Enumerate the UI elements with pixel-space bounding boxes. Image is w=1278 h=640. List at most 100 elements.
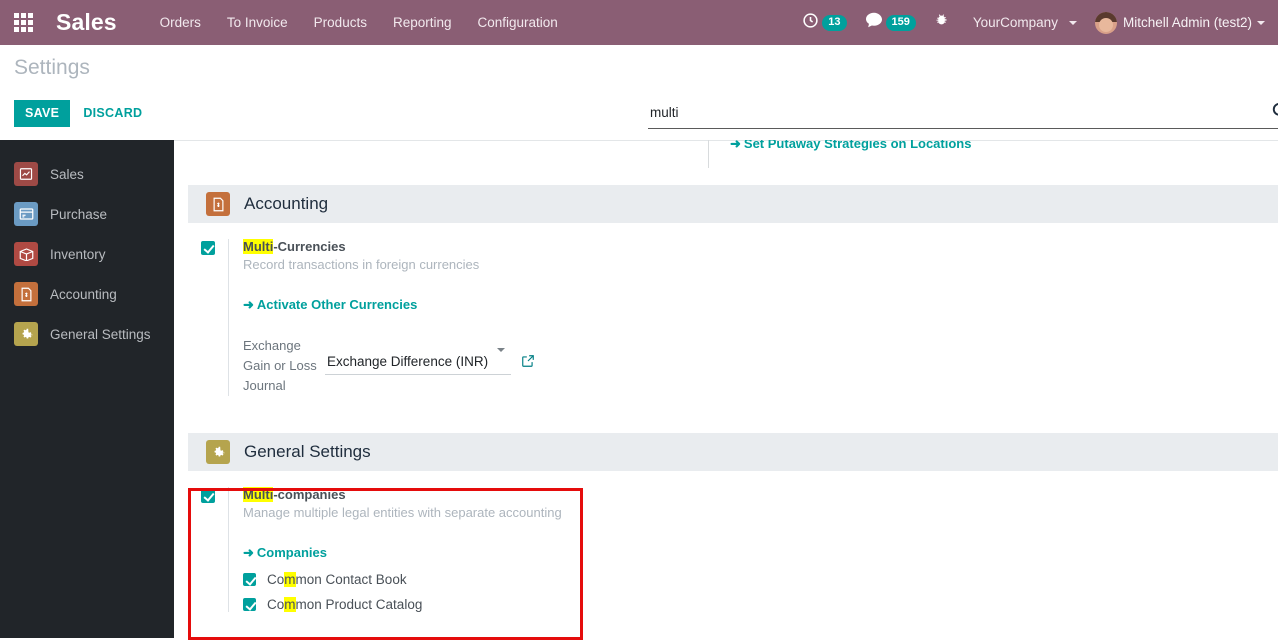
menu-item-reporting[interactable]: Reporting — [380, 0, 465, 45]
chevron-down-icon — [1068, 20, 1077, 25]
search-view[interactable]: multi — [648, 97, 1278, 129]
accounting-icon — [14, 282, 38, 306]
control-panel-buttons: SAVE DISCARD — [14, 100, 152, 127]
exchange-journal-control: Exchange Difference (INR) — [325, 336, 534, 375]
activate-currencies-label: Activate Other Currencies — [256, 297, 418, 312]
companies-label: Companies — [256, 545, 327, 560]
clock-icon — [802, 12, 819, 34]
control-panel: Settings SAVE DISCARD multi — [0, 45, 1278, 140]
systray: 13 159 YourCompany Mitchell Admin (test2… — [793, 0, 1278, 45]
sidebar-item-label: General Settings — [50, 326, 151, 342]
multi-currencies-checkbox[interactable] — [201, 241, 215, 255]
common-contact-book-checkbox[interactable] — [243, 573, 256, 586]
exchange-journal-label: Exchange Gain or Loss Journal — [243, 338, 317, 393]
setting-label-rest: -Currencies — [273, 239, 346, 254]
search-highlight: m — [284, 597, 296, 612]
multi-companies-checkbox[interactable] — [201, 489, 215, 503]
checkbox-cell — [188, 487, 228, 612]
app-brand-sales[interactable]: Sales — [46, 9, 123, 36]
top-navbar: Sales Orders To Invoice Products Reporti… — [0, 0, 1278, 45]
apps-menu-button[interactable] — [0, 0, 46, 45]
company-switcher[interactable]: YourCompany — [958, 15, 1086, 30]
section-title: Accounting — [244, 194, 329, 213]
external-link-icon[interactable] — [521, 354, 535, 373]
label-post: mon Contact Book — [295, 572, 407, 587]
setting-description: Record transactions in foreign currencie… — [243, 257, 480, 272]
debug-menu-button[interactable] — [925, 12, 958, 33]
page-title: Settings — [14, 56, 90, 79]
section-title: General Settings — [244, 442, 371, 461]
setting-label: Multi-companies — [243, 487, 1278, 502]
setting-label: Multi-Currencies — [243, 239, 1278, 254]
general-settings-icon — [206, 440, 230, 464]
menu-item-orders[interactable]: Orders — [147, 0, 214, 45]
menu-item-products[interactable]: Products — [301, 0, 380, 45]
activate-other-currencies-link[interactable]: ➜ Activate Other Currencies — [243, 297, 417, 313]
sidebar-item-label: Accounting — [50, 286, 117, 302]
setting-multi-currencies: Multi-Currencies Record transactions in … — [188, 223, 1278, 396]
purchase-icon — [14, 202, 38, 226]
search-highlight: Multi — [243, 239, 274, 254]
messaging-menu-button[interactable]: 159 — [856, 12, 925, 33]
menu-item-to-invoice[interactable]: To Invoice — [214, 0, 301, 45]
activity-count-badge: 13 — [822, 14, 847, 31]
avatar — [1094, 11, 1117, 34]
sidebar-item-accounting[interactable]: Accounting — [0, 274, 174, 314]
sub-setting-label: Common Contact Book — [267, 572, 407, 587]
general-settings-icon — [14, 322, 38, 346]
common-product-catalog-checkbox[interactable] — [243, 598, 256, 611]
user-name: Mitchell Admin (test2) — [1122, 15, 1252, 30]
bug-icon — [934, 12, 949, 33]
accounting-icon — [206, 192, 230, 216]
sidebar-item-purchase[interactable]: Purchase — [0, 194, 174, 234]
search-input[interactable]: multi — [648, 105, 679, 120]
messaging-count-badge: 159 — [885, 14, 916, 31]
chevron-down-icon[interactable] — [497, 348, 505, 352]
setting-text: Multi-Currencies Record transactions in … — [228, 239, 1278, 396]
settings-block-accounting: Accounting Multi-Currencies Record trans… — [174, 185, 1278, 396]
main-menu: Orders To Invoice Products Reporting Con… — [147, 0, 571, 45]
checkbox-cell — [188, 239, 228, 396]
settings-sidebar: Sales Purchase Inventory Accounting Gene… — [0, 140, 174, 638]
label-pre: Co — [267, 572, 285, 587]
chat-icon — [865, 12, 883, 33]
settings-block-general-settings: General Settings Multi-companies Manage … — [174, 433, 1278, 612]
setting-text: Multi-companies Manage multiple legal en… — [228, 487, 1278, 612]
inventory-icon — [14, 242, 38, 266]
sales-icon — [14, 162, 38, 186]
setting-label-rest: -companies — [273, 487, 346, 502]
settings-content: ➜ Set Putaway Strategies on Locations Acc… — [174, 128, 1278, 638]
exchange-journal-field-row: Exchange Gain or Loss Journal Exchange D… — [243, 336, 1278, 396]
activity-menu-button[interactable]: 13 — [793, 12, 855, 34]
sidebar-item-inventory[interactable]: Inventory — [0, 234, 174, 274]
section-header-accounting: Accounting — [188, 185, 1278, 223]
exchange-journal-select[interactable]: Exchange Difference (INR) — [325, 336, 511, 375]
save-button[interactable]: SAVE — [14, 100, 71, 127]
divider — [174, 140, 1278, 141]
search-highlight: m — [284, 572, 296, 587]
discard-button[interactable]: DISCARD — [70, 100, 152, 127]
apps-grid-icon — [13, 13, 33, 32]
arrow-right-icon: ➜ — [243, 545, 254, 560]
sidebar-item-label: Inventory — [50, 246, 106, 262]
setting-multi-companies: Multi-companies Manage multiple legal en… — [188, 471, 1278, 612]
search-icon[interactable] — [1271, 101, 1278, 125]
sidebar-item-general-settings[interactable]: General Settings — [0, 314, 174, 354]
setting-description: Manage multiple legal entities with sepa… — [243, 505, 562, 520]
chevron-down-icon — [1257, 20, 1265, 25]
company-name: YourCompany — [972, 15, 1058, 30]
search-highlight: Multi — [243, 487, 274, 502]
sub-setting-common-contact-book: Common Contact Book — [243, 572, 1278, 587]
companies-link[interactable]: ➜ Companies — [243, 545, 327, 561]
menu-item-configuration[interactable]: Configuration — [465, 0, 571, 45]
sub-setting-label: Common Product Catalog — [267, 597, 422, 612]
arrow-right-icon: ➜ — [243, 297, 254, 312]
sidebar-item-label: Purchase — [50, 206, 108, 222]
user-menu[interactable]: Mitchell Admin (test2) — [1086, 11, 1274, 34]
sidebar-item-sales[interactable]: Sales — [0, 154, 174, 194]
section-header-general-settings: General Settings — [188, 433, 1278, 471]
label-post: mon Product Catalog — [295, 597, 423, 612]
label-pre: Co — [267, 597, 285, 612]
sub-setting-common-product-catalog: Common Product Catalog — [243, 597, 1278, 612]
sidebar-item-label: Sales — [50, 166, 84, 182]
